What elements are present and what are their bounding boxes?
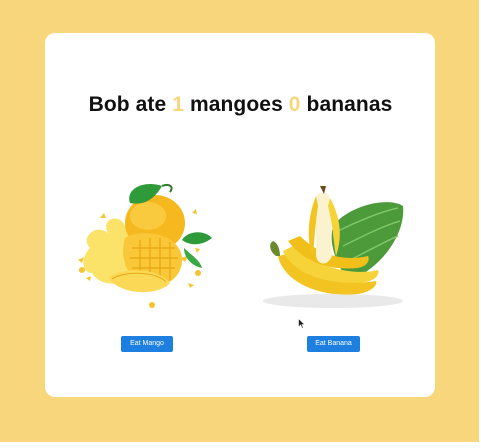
eat-banana-button[interactable]: Eat Banana (307, 336, 360, 352)
banana-count: 0 (288, 93, 301, 116)
headline-prefix: Bob ate (88, 93, 167, 116)
mouse-pointer-icon (298, 318, 306, 329)
mango-count: 1 (172, 93, 185, 116)
eat-mango-button[interactable]: Eat Mango (121, 336, 173, 352)
banana-image (263, 186, 404, 308)
mango-image (78, 183, 212, 308)
mango-label: mangoes (189, 93, 283, 116)
banana-label: bananas (306, 93, 393, 116)
page-title: Bob ate 1 mangoes 0 bananas (0, 93, 481, 117)
